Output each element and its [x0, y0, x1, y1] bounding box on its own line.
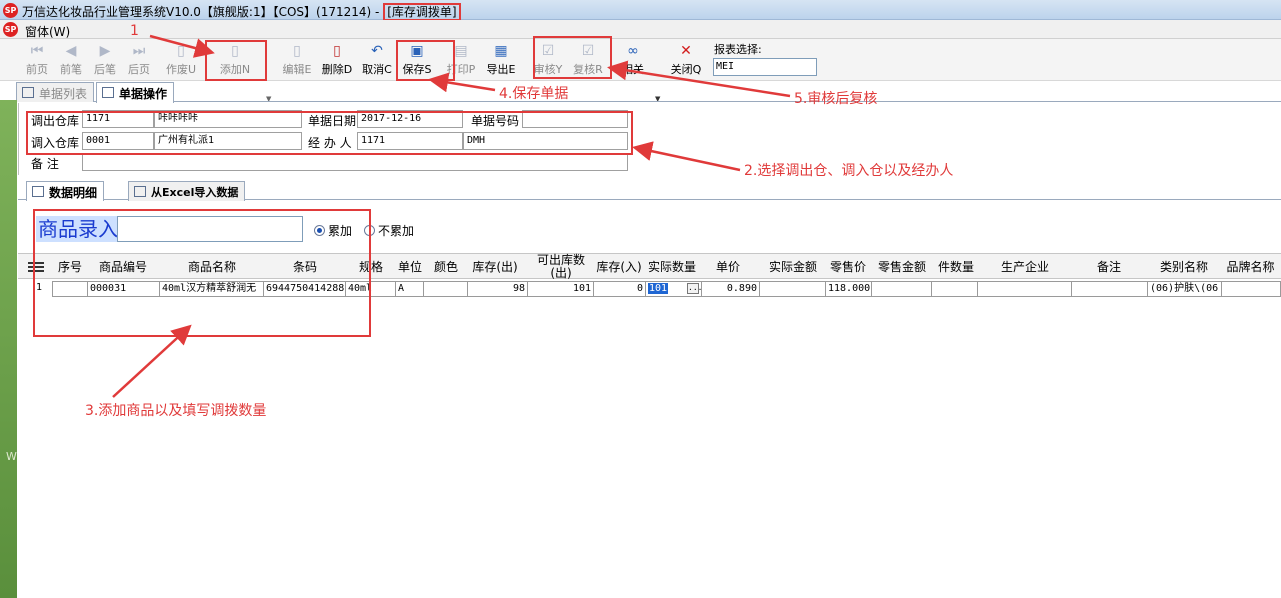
col-header[interactable]: 单价: [702, 254, 754, 280]
cell-stock-out[interactable]: 98: [468, 281, 528, 297]
tab-excel-import[interactable]: 从Excel导入数据: [128, 181, 246, 201]
cell-qty-value[interactable]: 101: [648, 283, 669, 294]
edit-doc-icon: ▯: [293, 43, 301, 59]
void-label: 作废U: [165, 63, 197, 76]
cell-pieces[interactable]: [932, 281, 978, 297]
annotation-box-form: [26, 111, 633, 155]
related-label: 相关: [622, 63, 644, 76]
arrow-3: [112, 324, 192, 398]
col-header[interactable]: 库存(出): [470, 254, 520, 280]
cell-amount[interactable]: [760, 281, 826, 297]
tab-data-detail[interactable]: 数据明细: [26, 181, 105, 201]
cell-unit[interactable]: A: [396, 281, 424, 297]
col-header[interactable]: 件数量: [934, 254, 978, 280]
tab-data-detail-label: 数据明细: [49, 186, 98, 200]
cancel-button[interactable]: ↶ 取消C: [360, 41, 394, 79]
col-header[interactable]: 备注: [1072, 254, 1146, 280]
menu-bar: SP 窗体(W): [0, 20, 1281, 39]
window-title: 万信达化妆品行业管理系统V10.0【旗舰版:1】【COS】(171214) - …: [22, 3, 461, 21]
next-record-icon: ▶: [99, 43, 111, 59]
radio-no-accumulate-label: 不累加: [378, 224, 415, 238]
annotation-step4: 4.保存单据: [499, 86, 569, 102]
related-button[interactable]: ∞ 相关: [616, 41, 650, 79]
last-page-button[interactable]: ⏭ 后页: [122, 41, 156, 79]
report-select-label: 报表选择:: [714, 43, 762, 56]
col-header[interactable]: 零售金额: [873, 254, 931, 280]
tab-doc-operation[interactable]: 单据操作: [96, 82, 175, 103]
annotation-step2: 2.选择调出仓、调入仓以及经办人: [744, 163, 954, 179]
title-bar: SP 万信达化妆品行业管理系统V10.0【旗舰版:1】【COS】(171214)…: [0, 0, 1281, 21]
annotation-step1: 1: [130, 23, 139, 39]
menu-logo-icon: SP: [3, 22, 18, 37]
cell-maker[interactable]: [978, 281, 1072, 297]
excel-icon: [134, 186, 146, 197]
list-icon: [22, 87, 34, 98]
export-label: 导出E: [486, 63, 516, 76]
annotation-box-approve: [533, 36, 612, 79]
prev-record-icon: ◀: [65, 43, 77, 59]
app-logo-icon: SP: [3, 3, 18, 18]
annotation-step5: 5.审核后复核: [794, 91, 878, 107]
desktop-strip-text: W: [6, 450, 17, 463]
col-header[interactable]: 单位: [396, 254, 424, 280]
menu-window[interactable]: 窗体(W): [25, 23, 70, 40]
radio-no-accumulate[interactable]: 不累加: [364, 222, 414, 239]
ellipsis-icon[interactable]: ...: [687, 283, 701, 294]
close-button[interactable]: ✕ 关闭Q: [669, 41, 703, 79]
window-title-document: [库存调拨单]: [383, 3, 461, 21]
window-title-text: 万信达化妆品行业管理系统V10.0【旗舰版:1】【COS】(171214) -: [22, 5, 384, 19]
tab-doc-list[interactable]: 单据列表: [16, 82, 95, 102]
col-header[interactable]: 类别名称: [1148, 254, 1220, 280]
col-header[interactable]: 库存(入): [594, 254, 644, 280]
last-page-label: 后页: [128, 63, 150, 76]
tab-excel-import-label: 从Excel导入数据: [151, 186, 239, 199]
cell-color[interactable]: [424, 281, 468, 297]
cell-qty[interactable]: 101 ...: [646, 281, 702, 297]
cell-remark[interactable]: [1072, 281, 1148, 297]
close-label: 关闭Q: [670, 63, 702, 76]
first-page-icon: ⏮: [30, 43, 44, 59]
toolbar: ⏮ 前页 ◀ 前笔 ▶ 后笔 ⏭ 后页 ▯ 作废U ▯ 添加N ▼ ▯ 编辑E ▯ 删除D ↶ 取…: [0, 39, 1281, 103]
annotation-box-entry: [33, 209, 371, 337]
desktop-background-strip: [0, 100, 17, 598]
cell-retail[interactable]: 118.000: [826, 281, 872, 297]
annotation-step3: 3.添加商品以及填写调拨数量: [85, 403, 267, 419]
annotation-box-save: [396, 40, 455, 81]
edit-button[interactable]: ▯ 编辑E: [280, 41, 314, 79]
void-icon: ▯: [177, 43, 185, 59]
col-header[interactable]: 零售价: [826, 254, 870, 280]
col-header[interactable]: 颜色: [428, 254, 464, 280]
doc-icon: [102, 87, 114, 98]
tab-doc-list-label: 单据列表: [39, 87, 88, 101]
cell-stock-in[interactable]: 0: [594, 281, 646, 297]
export-icon: ▦: [494, 43, 508, 59]
col-header[interactable]: 实际数量: [646, 254, 698, 280]
export-button[interactable]: ▦ 导出E: [484, 41, 518, 79]
col-header[interactable]: 生产企业: [978, 254, 1072, 280]
link-icon: ∞: [627, 43, 639, 59]
col-header[interactable]: 品牌名称: [1220, 254, 1281, 280]
report-select-input[interactable]: MEI: [713, 58, 817, 76]
tab-doc-operation-label: 单据操作: [119, 87, 168, 101]
void-button[interactable]: ▯ 作废U: [164, 41, 198, 79]
cell-retail-amount[interactable]: [872, 281, 932, 297]
cell-price[interactable]: 0.890: [702, 281, 760, 297]
remark-field[interactable]: [82, 153, 628, 171]
cell-avail-out[interactable]: 101: [528, 281, 594, 297]
detail-tabs: 数据明细 从Excel导入数据: [18, 181, 1281, 201]
doc-icon: [32, 186, 44, 197]
main-tabs: 单据列表 单据操作: [0, 82, 1281, 103]
col-header[interactable]: 实际金额: [760, 254, 826, 280]
undo-icon: ↶: [371, 43, 383, 59]
annotation-box-add: [205, 40, 267, 81]
close-x-icon: ✕: [680, 43, 692, 59]
remark-label: 备 注: [31, 157, 59, 171]
cell-brand[interactable]: [1222, 281, 1281, 297]
delete-button[interactable]: ▯ 删除D: [320, 41, 354, 79]
last-page-icon: ⏭: [132, 43, 146, 59]
cell-category[interactable]: (06)护肤\(06: [1148, 281, 1222, 297]
col-header[interactable]: 可出库数(出): [528, 254, 594, 280]
delete-doc-icon: ▯: [333, 43, 341, 59]
